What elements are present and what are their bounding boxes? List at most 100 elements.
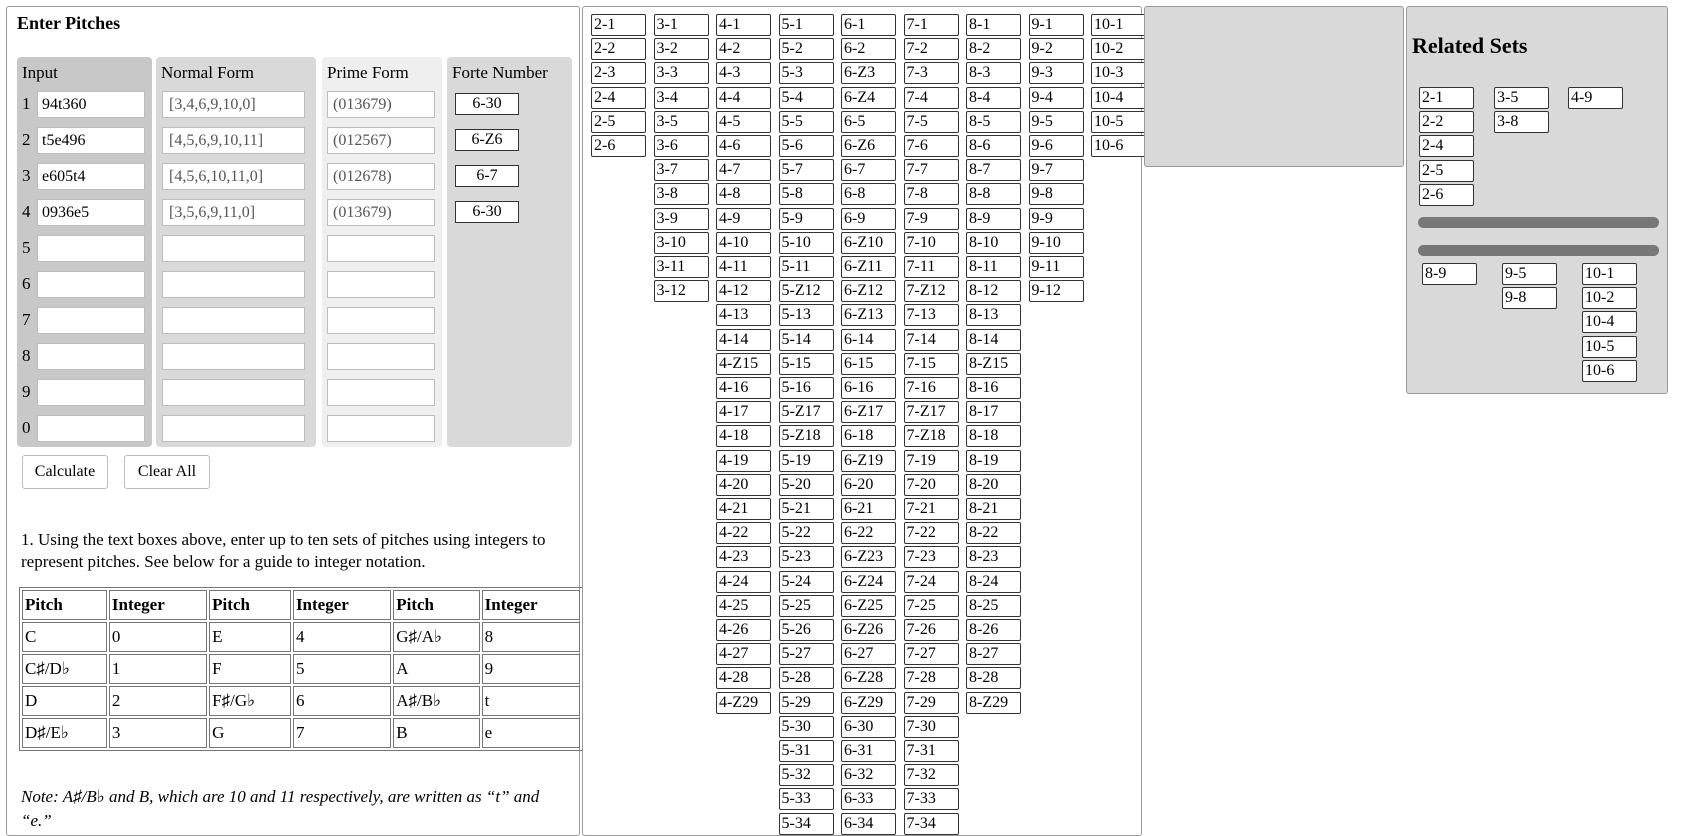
set-class-button[interactable]: 6-Z13	[841, 304, 896, 327]
set-class-button[interactable]: 4-1	[716, 14, 771, 36]
related-set-button[interactable]: 3-8	[1494, 111, 1549, 134]
set-class-button[interactable]: 5-7	[778, 159, 834, 182]
set-class-button[interactable]: 4-18	[716, 425, 771, 448]
related-set-button[interactable]: 10-6	[1582, 359, 1637, 382]
set-class-button[interactable]: 6-Z29	[841, 691, 896, 714]
set-class-button[interactable]: 6-2	[841, 38, 896, 61]
set-class-button[interactable]: 2-5	[591, 110, 646, 133]
set-class-button[interactable]: 8-2	[966, 38, 1021, 61]
set-class-button[interactable]: 10-1	[1091, 14, 1146, 36]
related-set-button[interactable]: 9-5	[1502, 263, 1557, 285]
set-class-button[interactable]: 6-Z10	[841, 231, 896, 254]
set-class-button[interactable]: 6-1	[841, 14, 896, 36]
set-class-button[interactable]: 6-21	[841, 498, 896, 520]
set-class-button[interactable]: 6-16	[841, 377, 896, 399]
related-set-button[interactable]: 2-2	[1419, 111, 1474, 134]
set-class-button[interactable]: 7-11	[903, 256, 959, 278]
set-class-button[interactable]: 4-19	[716, 449, 771, 472]
set-class-button[interactable]: 7-22	[903, 522, 959, 545]
forte-number-button[interactable]: 6-30	[455, 93, 519, 115]
set-class-button[interactable]: 5-3	[778, 62, 834, 85]
pitch-input-field[interactable]	[37, 235, 145, 262]
clear-all-button[interactable]: Clear All	[124, 455, 210, 489]
set-class-button[interactable]: 3-3	[653, 62, 709, 85]
set-class-button[interactable]: 6-5	[841, 110, 896, 133]
set-class-button[interactable]: 5-16	[778, 377, 834, 399]
set-class-button[interactable]: 9-6	[1028, 135, 1084, 157]
set-class-button[interactable]: 4-26	[716, 619, 771, 641]
set-class-button[interactable]: 5-28	[778, 667, 834, 690]
set-class-button[interactable]: 8-22	[966, 522, 1021, 545]
set-class-button[interactable]: 6-20	[841, 473, 896, 496]
set-class-button[interactable]: 3-12	[653, 280, 709, 303]
set-class-button[interactable]: 5-14	[778, 328, 834, 351]
set-class-button[interactable]: 6-Z11	[841, 256, 896, 278]
set-class-button[interactable]: 5-27	[778, 643, 834, 666]
set-class-button[interactable]: 5-21	[778, 498, 834, 520]
set-class-button[interactable]: 6-Z28	[841, 667, 896, 690]
set-class-button[interactable]: 4-2	[716, 38, 771, 61]
set-class-button[interactable]: 6-9	[841, 207, 896, 230]
set-class-button[interactable]: 10-4	[1091, 86, 1146, 109]
set-class-button[interactable]: 5-26	[778, 619, 834, 641]
set-class-button[interactable]: 8-18	[966, 425, 1021, 448]
set-class-button[interactable]: 4-23	[716, 546, 771, 569]
set-class-button[interactable]: 4-8	[716, 183, 771, 206]
set-class-button[interactable]: 6-Z6	[841, 135, 896, 157]
pitch-input-field[interactable]	[37, 307, 145, 334]
set-class-button[interactable]: 7-Z18	[903, 425, 959, 448]
set-class-button[interactable]: 6-27	[841, 643, 896, 666]
set-class-button[interactable]: 7-26	[903, 619, 959, 641]
set-class-button[interactable]: 5-9	[778, 207, 834, 230]
set-class-button[interactable]: 7-25	[903, 594, 959, 617]
set-class-button[interactable]: 8-27	[966, 643, 1021, 666]
set-class-button[interactable]: 4-7	[716, 159, 771, 182]
set-class-button[interactable]: 6-Z17	[841, 401, 896, 424]
set-class-button[interactable]: 10-2	[1091, 38, 1146, 61]
pitch-input-field[interactable]	[37, 343, 145, 370]
pitch-input-field[interactable]	[37, 91, 145, 118]
set-class-button[interactable]: 6-34	[841, 812, 896, 835]
set-class-button[interactable]: 8-28	[966, 667, 1021, 690]
set-class-button[interactable]: 9-7	[1028, 159, 1084, 182]
set-class-button[interactable]: 4-Z29	[716, 691, 771, 714]
set-class-button[interactable]: 7-23	[903, 546, 959, 569]
set-class-button[interactable]: 7-15	[903, 352, 959, 375]
set-class-button[interactable]: 7-6	[903, 135, 959, 157]
set-class-button[interactable]: 3-9	[653, 207, 709, 230]
set-class-button[interactable]: 9-1	[1028, 14, 1084, 36]
set-class-button[interactable]: 5-1	[778, 14, 834, 36]
set-class-button[interactable]: 6-Z26	[841, 619, 896, 641]
set-class-button[interactable]: 7-29	[903, 691, 959, 714]
set-class-button[interactable]: 8-1	[966, 14, 1021, 36]
set-class-button[interactable]: 10-3	[1091, 62, 1146, 85]
set-class-button[interactable]: 8-13	[966, 304, 1021, 327]
related-set-button[interactable]: 2-4	[1419, 135, 1474, 158]
set-class-button[interactable]: 7-31	[903, 740, 959, 762]
pitch-input-field[interactable]	[37, 199, 145, 226]
set-class-button[interactable]: 4-5	[716, 110, 771, 133]
set-class-button[interactable]: 8-19	[966, 449, 1021, 472]
set-class-button[interactable]: 9-12	[1028, 280, 1084, 303]
set-class-button[interactable]: 7-32	[903, 764, 959, 787]
pitch-input-field[interactable]	[37, 379, 145, 406]
set-class-button[interactable]: 8-9	[966, 207, 1021, 230]
related-set-button[interactable]: 10-4	[1582, 311, 1637, 334]
set-class-button[interactable]: 8-14	[966, 328, 1021, 351]
set-class-button[interactable]: 4-3	[716, 62, 771, 85]
set-class-button[interactable]: 2-4	[591, 86, 646, 109]
forte-number-button[interactable]: 6-7	[455, 165, 519, 187]
set-class-button[interactable]: 4-16	[716, 377, 771, 399]
set-class-button[interactable]: 4-21	[716, 498, 771, 520]
forte-number-button[interactable]: 6-30	[455, 201, 519, 223]
set-class-button[interactable]: 9-8	[1028, 183, 1084, 206]
set-class-button[interactable]: 3-7	[653, 159, 709, 182]
set-class-button[interactable]: 7-20	[903, 473, 959, 496]
set-class-button[interactable]: 7-24	[903, 570, 959, 593]
set-class-button[interactable]: 9-5	[1028, 110, 1084, 133]
set-class-button[interactable]: 3-4	[653, 86, 709, 109]
related-set-button[interactable]: 3-5	[1494, 87, 1549, 109]
set-class-button[interactable]: 7-30	[903, 715, 959, 738]
set-class-button[interactable]: 6-Z4	[841, 86, 896, 109]
set-class-button[interactable]: 6-30	[841, 715, 896, 738]
